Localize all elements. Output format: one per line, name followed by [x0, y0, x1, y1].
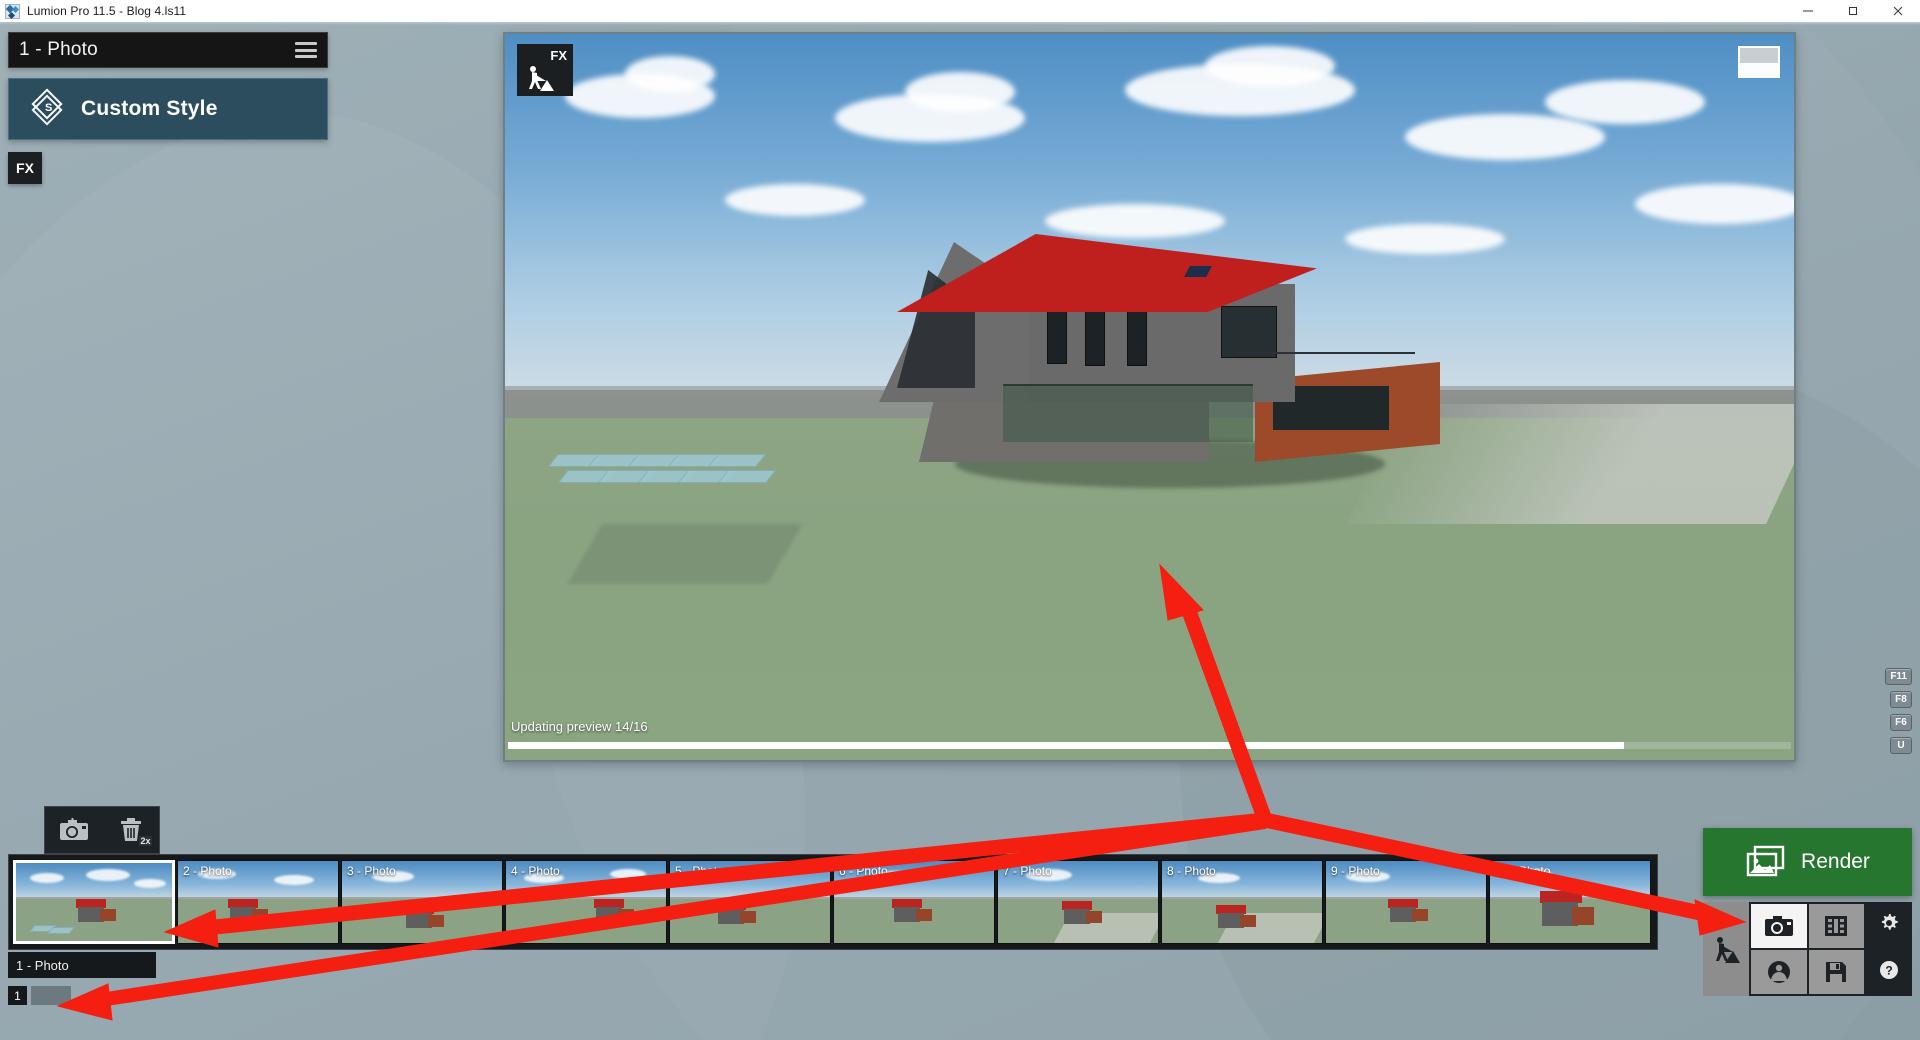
glass-terrace — [1003, 384, 1253, 442]
window — [1085, 308, 1105, 366]
preview-progress-bar — [508, 742, 1791, 749]
photo-header-bar[interactable]: 1 - Photo — [8, 32, 328, 68]
titlebar-shadow — [0, 22, 1920, 25]
viewport-status-text: Updating preview 14/16 — [511, 719, 648, 734]
thumbnail-4[interactable]: 4 - Photo — [505, 860, 667, 944]
camera-icon — [1764, 915, 1793, 936]
render-button-label: Render — [1801, 850, 1870, 873]
page-indicator: 1 — [8, 986, 71, 1005]
help-button[interactable]: ? — [1879, 960, 1899, 985]
take-photo-button[interactable] — [53, 812, 95, 848]
hotkey-u[interactable]: U — [1890, 737, 1912, 754]
lumion-logo-icon — [5, 3, 20, 19]
thumbnail-label: 6 - Photo — [839, 864, 888, 878]
build-mode-button[interactable] — [1703, 902, 1749, 996]
thumbnail-9[interactable]: 9 - Photo — [1325, 860, 1487, 944]
camera-icon — [59, 818, 88, 840]
aspect-ratio-icon[interactable] — [1738, 46, 1780, 78]
solar-panel-array — [547, 454, 783, 500]
thumbnail-label: 8 - Photo — [1167, 864, 1216, 878]
style-stack-icon: S — [31, 88, 65, 126]
delete-photo-button[interactable]: 2x — [110, 812, 152, 848]
window — [1047, 306, 1067, 364]
window — [1127, 310, 1147, 366]
film-strip-icon — [1825, 916, 1848, 936]
cloud — [1205, 46, 1335, 86]
close-button[interactable] — [1875, 0, 1920, 22]
floppy-disk-icon — [1826, 962, 1847, 982]
selected-photo-caption: 1 - Photo — [8, 952, 156, 978]
cloud — [1545, 80, 1705, 124]
thumbnail-10[interactable]: 10 - Photo — [1489, 860, 1651, 944]
custom-style-label: Custom Style — [81, 97, 218, 120]
svg-text:?: ? — [1885, 964, 1892, 978]
thumbnail-1[interactable]: 1 - Photo — [13, 860, 175, 944]
hotkey-f8[interactable]: F8 — [1890, 691, 1912, 708]
thumbnail-7[interactable]: 7 - Photo — [997, 860, 1159, 944]
thumbnail-3[interactable]: 3 - Photo — [341, 860, 503, 944]
photos-stack-icon — [1746, 845, 1785, 877]
render-button[interactable]: Render — [1703, 828, 1912, 896]
panel-shadow — [567, 524, 803, 584]
gear-icon — [1881, 914, 1898, 930]
hamburger-menu-icon[interactable] — [295, 42, 317, 58]
question-mark-icon: ? — [1880, 961, 1898, 979]
save-button[interactable] — [1808, 950, 1864, 994]
cloud — [1045, 204, 1225, 238]
mode-grid: ? — [1703, 902, 1912, 996]
thumbnail-label: 2 - Photo — [183, 864, 232, 878]
house-model — [835, 234, 1440, 494]
corner-glass — [1221, 306, 1277, 358]
construction-worker-icon — [1716, 937, 1740, 963]
maximize-button[interactable] — [1830, 0, 1875, 22]
window-titlebar: Lumion Pro 11.5 - Blog 4.ls11 — [0, 0, 1920, 22]
thumbnail-label: 5 - Photo — [675, 864, 724, 878]
thumbnail-label: 7 - Photo — [1003, 864, 1052, 878]
render-panel: Render ? — [1703, 828, 1912, 1028]
thumbnail-8[interactable]: 8 - Photo — [1161, 860, 1323, 944]
panorama-person-icon — [1767, 961, 1790, 983]
photo-tools-bar: 2x — [44, 806, 160, 854]
thumbnail-label: 10 - Photo — [1495, 864, 1551, 878]
delete-badge: 2x — [139, 836, 152, 846]
page-number[interactable]: 1 — [8, 986, 27, 1005]
settings-button[interactable] — [1879, 913, 1899, 938]
cloud — [725, 184, 865, 216]
cloud — [1635, 184, 1794, 224]
railing — [1235, 352, 1415, 354]
thumbnail-label: 3 - Photo — [347, 864, 396, 878]
thumbnail-5[interactable]: 5 - Photo — [669, 860, 831, 944]
page-title: 1 - Photo — [19, 39, 98, 60]
photo-mode-button[interactable] — [1751, 904, 1807, 948]
cloud — [905, 72, 1015, 112]
thumbnail-2[interactable]: 2 - Photo — [177, 860, 339, 944]
hotkey-badges: F11 F8 F6 U — [1885, 668, 1912, 754]
window-title: Lumion Pro 11.5 - Blog 4.ls11 — [27, 4, 187, 18]
custom-style-card[interactable]: S Custom Style — [8, 78, 328, 140]
page-dots[interactable] — [31, 986, 71, 1005]
cloud — [625, 56, 715, 92]
minimize-button[interactable] — [1785, 0, 1830, 22]
fx-button[interactable]: FX — [8, 152, 42, 184]
fx-label: FX — [550, 48, 567, 63]
thumbnail-6[interactable]: 6 - Photo — [833, 860, 995, 944]
left-panel: 1 - Photo S Custom Style FX — [8, 32, 328, 184]
movie-mode-button[interactable] — [1808, 904, 1864, 948]
cloud — [1405, 114, 1605, 160]
hotkey-f11[interactable]: F11 — [1885, 668, 1912, 685]
construction-worker-icon — [529, 66, 554, 91]
photo-thumbnail-strip[interactable]: 1 - Photo 2 - Photo 3 - Photo 4 - Photo … — [8, 854, 1658, 950]
panorama-mode-button[interactable] — [1751, 950, 1807, 994]
render-viewport[interactable]: FX Updating preview 14/16 — [503, 32, 1796, 762]
viewport-fx-button[interactable]: FX — [517, 44, 573, 96]
hotkey-f6[interactable]: F6 — [1890, 714, 1912, 731]
thumbnail-label: 4 - Photo — [511, 864, 560, 878]
thumbnail-label: 9 - Photo — [1331, 864, 1380, 878]
